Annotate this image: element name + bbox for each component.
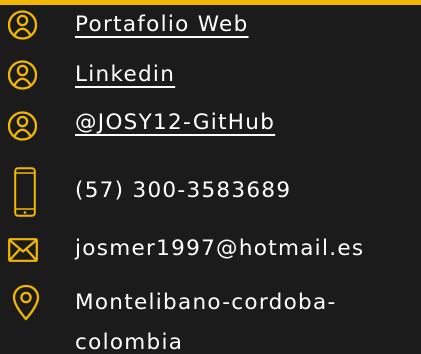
contact-item-linkedin[interactable]: Linkedin <box>0 54 421 100</box>
contact-item-github[interactable]: @JOSY12-GitHub <box>0 104 421 150</box>
contact-item-email[interactable]: josmer1997@hotmail.es <box>0 230 421 270</box>
contact-item-portfolio[interactable]: Portafolio Web <box>0 0 421 46</box>
envelope-icon <box>8 238 38 262</box>
person-icon <box>8 10 37 40</box>
contact-item-location: Montelibano-cordoba-colombia <box>0 280 421 354</box>
person-icon <box>8 60 37 90</box>
contact-item-phone: (57) 300-3583689 <box>0 166 421 218</box>
email-address[interactable]: josmer1997@hotmail.es <box>75 235 364 263</box>
github-link[interactable]: @JOSY12-GitHub <box>75 109 275 137</box>
person-icon <box>8 111 37 141</box>
location-pin-icon <box>12 284 40 321</box>
phone-number: (57) 300-3583689 <box>75 178 292 203</box>
mobile-phone-icon <box>14 167 36 217</box>
portfolio-link[interactable]: Portafolio Web <box>75 11 249 39</box>
address-text: Montelibano-cordoba-colombia <box>75 290 337 354</box>
linkedin-link[interactable]: Linkedin <box>75 61 175 89</box>
